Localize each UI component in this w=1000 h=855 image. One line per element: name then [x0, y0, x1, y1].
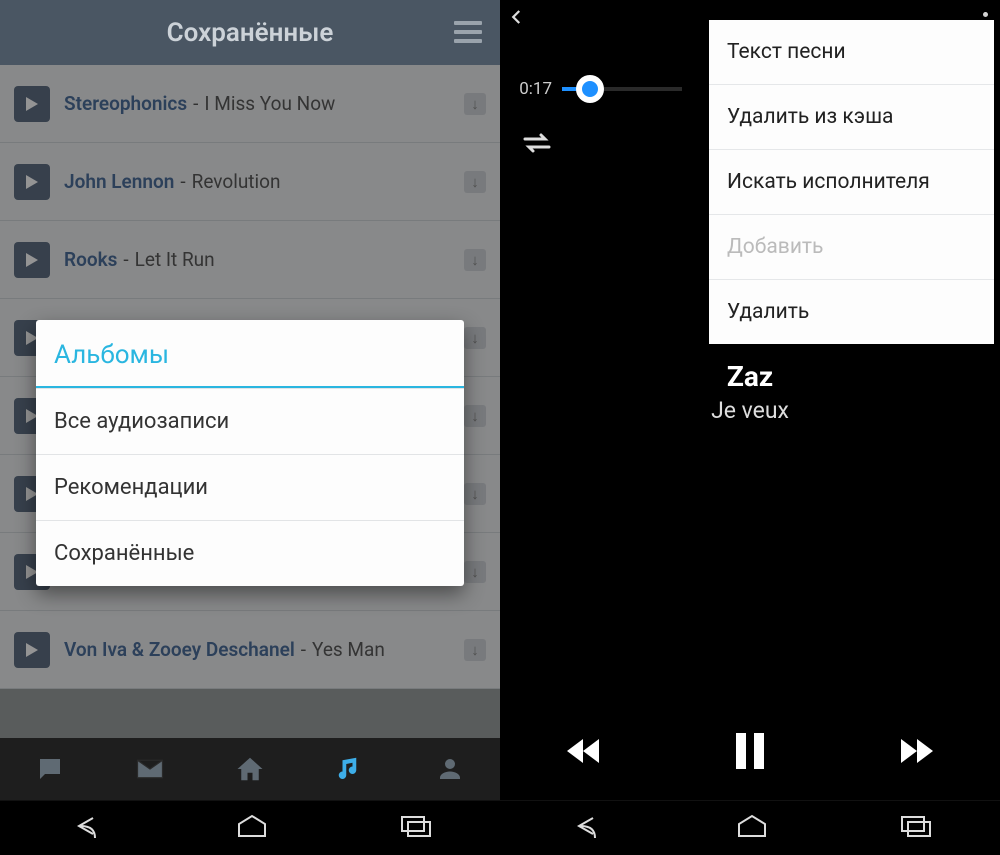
- ctx-add: Добавить: [709, 214, 994, 279]
- seek-thumb[interactable]: [576, 75, 604, 103]
- tab-home[interactable]: [200, 738, 300, 800]
- ctx-remove-cache[interactable]: Удалить из кэша: [709, 84, 994, 149]
- left-screen: Сохранённые Stereophonics - I Miss You N…: [0, 0, 500, 855]
- now-playing: Zaz Je veux: [500, 360, 1000, 424]
- tab-profile[interactable]: [400, 738, 500, 800]
- context-menu: Текст песни Удалить из кэша Искать испол…: [709, 20, 994, 344]
- now-artist: Zaz: [500, 360, 1000, 393]
- right-screen: 2 из 103 0:17 Текст песни Удалить из кэш…: [500, 0, 1000, 855]
- nav-back[interactable]: [65, 812, 105, 844]
- nav-home[interactable]: [235, 814, 269, 842]
- tab-music[interactable]: [300, 738, 400, 800]
- seek-bar[interactable]: [562, 87, 682, 91]
- android-nav: [0, 800, 500, 855]
- menu-icon[interactable]: [454, 16, 482, 48]
- playback-controls: [500, 713, 1000, 793]
- back-icon[interactable]: [508, 7, 526, 31]
- nav-home[interactable]: [735, 814, 769, 842]
- elapsed-time: 0:17: [508, 79, 552, 99]
- nav-recent[interactable]: [899, 814, 935, 842]
- page-title: Сохранённые: [167, 18, 334, 48]
- prev-button[interactable]: [563, 733, 607, 773]
- filter-option-saved[interactable]: Сохранённые: [36, 520, 464, 586]
- filter-option-recs[interactable]: Рекомендации: [36, 454, 464, 520]
- nav-back[interactable]: [565, 812, 605, 844]
- now-title: Je veux: [500, 397, 1000, 424]
- app-tab-bar: [0, 738, 500, 800]
- filter-dialog: Альбомы Все аудиозаписи Рекомендации Сох…: [36, 320, 464, 586]
- filter-option-all[interactable]: Все аудиозаписи: [36, 388, 464, 454]
- tab-messages[interactable]: [100, 738, 200, 800]
- nav-recent[interactable]: [399, 814, 435, 842]
- repeat-icon[interactable]: [520, 141, 554, 160]
- pause-button[interactable]: [733, 731, 767, 775]
- android-nav: [500, 800, 1000, 855]
- ctx-search-artist[interactable]: Искать исполнителя: [709, 149, 994, 214]
- next-button[interactable]: [893, 733, 937, 773]
- tab-feed[interactable]: [0, 738, 100, 800]
- ctx-delete[interactable]: Удалить: [709, 279, 994, 344]
- content-area: Stereophonics - I Miss You Now John Lenn…: [0, 65, 500, 738]
- dialog-title: Альбомы: [36, 320, 464, 388]
- app-header: Сохранённые: [0, 0, 500, 65]
- ctx-lyrics[interactable]: Текст песни: [709, 20, 994, 84]
